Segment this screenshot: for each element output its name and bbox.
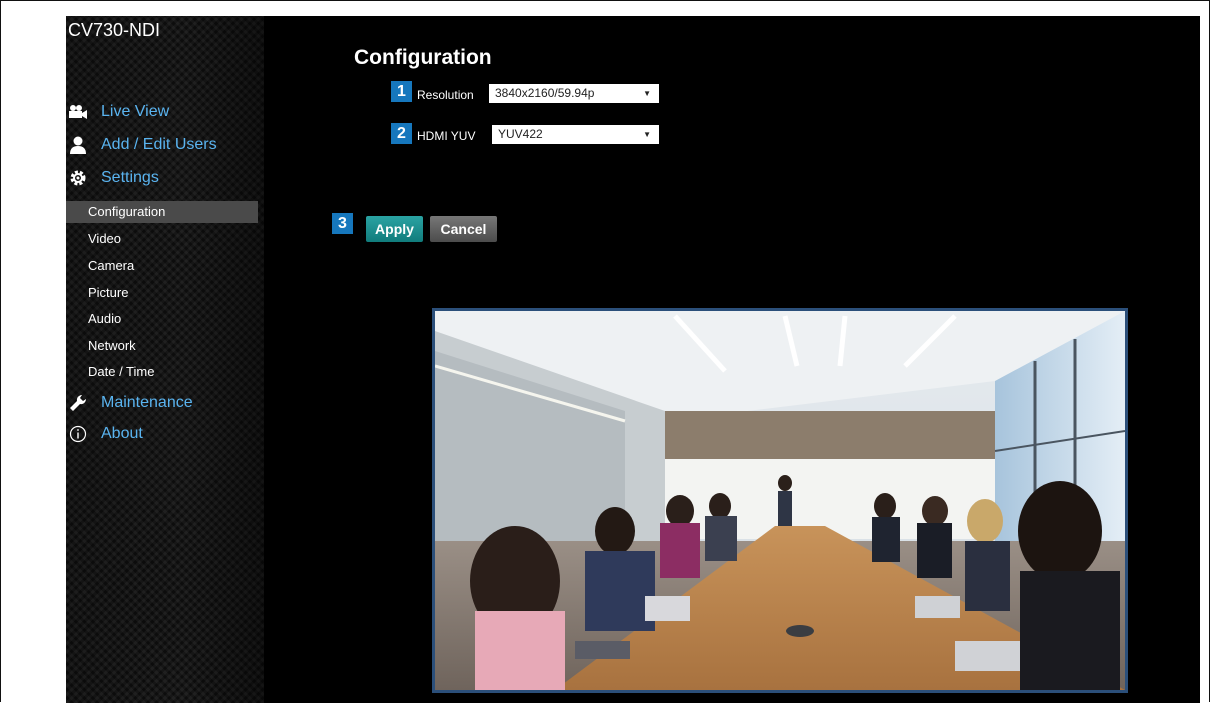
nav-about[interactable]: About	[68, 423, 143, 445]
nav-settings[interactable]: Settings	[68, 167, 159, 189]
hdmi-yuv-select[interactable]: YUV422 ▼	[492, 125, 659, 144]
nav-settings-label: Settings	[101, 169, 159, 186]
nav-live-view-label: Live View	[101, 103, 170, 120]
live-preview-image	[432, 308, 1128, 693]
hdmi-yuv-value: YUV422	[498, 127, 543, 141]
device-name: CV730-NDI	[68, 20, 161, 40]
nav-add-edit-users-label: Add / Edit Users	[101, 136, 217, 153]
callout-badge-3: 3	[332, 213, 353, 234]
resolution-label: Resolution	[417, 88, 474, 102]
callout-badge-1: 1	[391, 81, 412, 102]
user-icon	[68, 135, 88, 155]
apply-button[interactable]: Apply	[366, 216, 423, 242]
dropdown-arrow-icon: ▼	[643, 130, 651, 139]
nav-sub-camera[interactable]: Camera	[66, 255, 258, 277]
hdmi-yuv-label: HDMI YUV	[417, 129, 476, 143]
nav-live-view[interactable]: Live View	[68, 101, 169, 123]
nav-about-label: About	[101, 425, 143, 442]
resolution-value: 3840x2160/59.94p	[495, 86, 595, 100]
nav-maintenance[interactable]: Maintenance	[68, 392, 193, 414]
resolution-select[interactable]: 3840x2160/59.94p ▼	[489, 84, 659, 103]
gear-icon	[68, 168, 88, 188]
page-title: Configuration	[354, 46, 492, 69]
nav-sub-configuration[interactable]: Configuration	[66, 201, 258, 223]
nav-add-edit-users[interactable]: Add / Edit Users	[68, 134, 217, 156]
callout-badge-2: 2	[391, 123, 412, 144]
cancel-button[interactable]: Cancel	[430, 216, 497, 242]
nav-sub-date-time[interactable]: Date / Time	[66, 361, 258, 383]
wrench-icon	[68, 393, 88, 413]
nav-sub-video[interactable]: Video	[66, 228, 258, 250]
nav-sub-audio[interactable]: Audio	[66, 308, 258, 330]
video-camera-icon	[68, 102, 88, 122]
nav-sub-picture[interactable]: Picture	[66, 282, 258, 304]
info-icon	[68, 424, 88, 444]
web-app: CV730-NDI Live View Add / Edit Users Set…	[66, 16, 1200, 703]
dropdown-arrow-icon: ▼	[643, 89, 651, 98]
nav-sub-network[interactable]: Network	[66, 335, 258, 357]
main-content: Configuration 1 Resolution 3840x2160/59.…	[264, 16, 1200, 703]
nav-maintenance-label: Maintenance	[101, 394, 193, 411]
sidebar: CV730-NDI Live View Add / Edit Users Set…	[66, 16, 264, 703]
